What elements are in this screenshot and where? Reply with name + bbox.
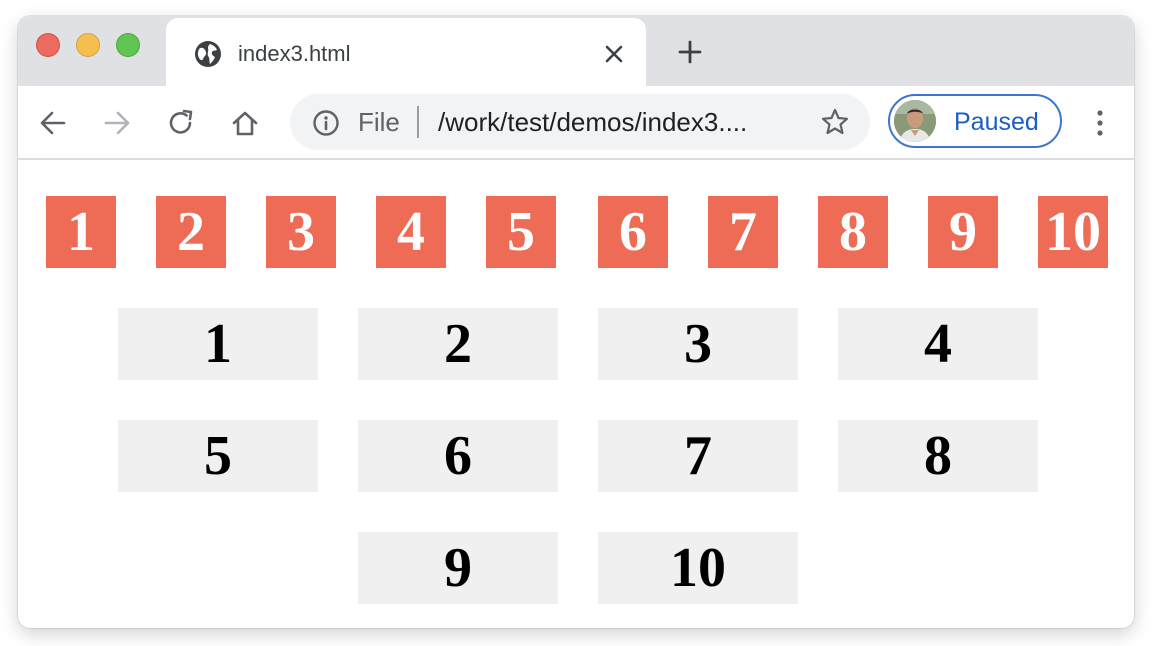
browser-window: index3.html File /work/test/demos/index3… xyxy=(18,16,1134,628)
flex-item: 9 xyxy=(928,196,998,268)
grid-item: 3 xyxy=(598,308,798,380)
flex-item: 3 xyxy=(266,196,336,268)
url-text[interactable]: /work/test/demos/index3.... xyxy=(438,107,747,137)
globe-icon xyxy=(195,41,221,67)
profile-button[interactable]: Paused xyxy=(888,94,1062,148)
grid-item: 9 xyxy=(358,532,558,604)
flex-item: 1 xyxy=(46,196,116,268)
grid-item: 10 xyxy=(598,532,798,604)
home-icon[interactable] xyxy=(230,108,260,138)
flex-item: 4 xyxy=(376,196,446,268)
minimize-window-button[interactable] xyxy=(76,33,100,57)
flex-item: 10 xyxy=(1038,196,1108,268)
tab-strip: index3.html xyxy=(18,16,1134,86)
close-window-button[interactable] xyxy=(36,33,60,57)
flex-item: 5 xyxy=(486,196,556,268)
back-icon[interactable] xyxy=(38,108,68,138)
maximize-window-button[interactable] xyxy=(116,33,140,57)
toolbar: File /work/test/demos/index3.... Paused xyxy=(18,86,1134,160)
grid-item: 2 xyxy=(358,308,558,380)
profile-status-label: Paused xyxy=(954,108,1039,136)
address-bar[interactable]: File /work/test/demos/index3.... xyxy=(290,94,870,150)
bookmark-star-icon[interactable] xyxy=(820,107,850,137)
tab-index3[interactable]: index3.html xyxy=(166,18,646,86)
flex-item: 7 xyxy=(708,196,778,268)
new-tab-icon[interactable] xyxy=(678,40,702,64)
grid-item: 6 xyxy=(358,420,558,492)
more-menu-icon[interactable] xyxy=(1090,108,1110,138)
page-content: 1 2 3 4 5 6 7 8 9 10 1 2 3 4 5 6 7 8 9 1… xyxy=(18,160,1134,628)
flex-item: 8 xyxy=(818,196,888,268)
flex-item: 2 xyxy=(156,196,226,268)
grid-item: 5 xyxy=(118,420,318,492)
tab-title: index3.html xyxy=(238,41,351,66)
grid-item: 8 xyxy=(838,420,1038,492)
avatar xyxy=(894,100,936,142)
address-divider xyxy=(417,106,419,138)
close-tab-icon[interactable] xyxy=(604,44,624,64)
forward-icon[interactable] xyxy=(102,108,132,138)
grid-item: 7 xyxy=(598,420,798,492)
scheme-label: File xyxy=(358,107,400,137)
grid-item: 1 xyxy=(118,308,318,380)
info-icon[interactable] xyxy=(312,109,340,137)
reload-icon[interactable] xyxy=(166,108,196,138)
grid-item: 4 xyxy=(838,308,1038,380)
flex-item: 6 xyxy=(598,196,668,268)
